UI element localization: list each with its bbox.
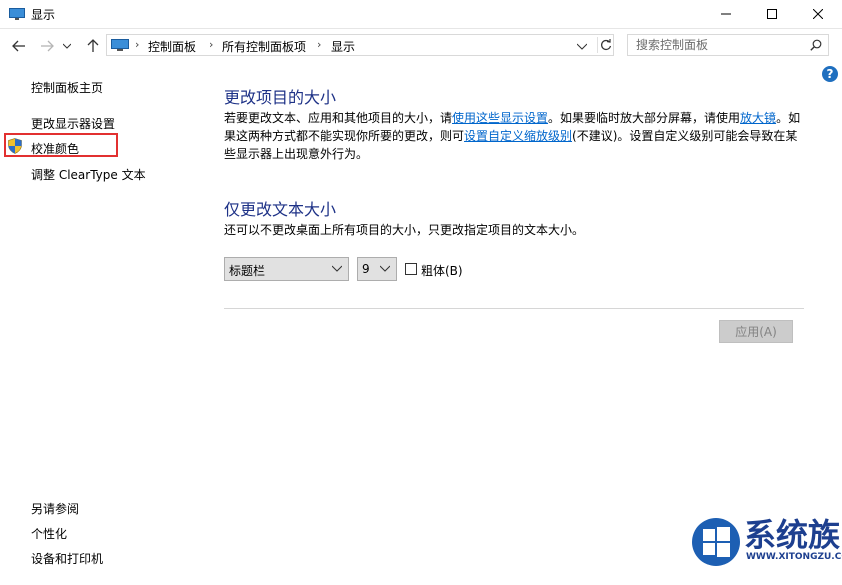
display-settings-link[interactable]: 使用这些显示设置 (452, 111, 548, 125)
breadcrumb-separator: › (209, 38, 214, 51)
see-also-heading: 另请参阅 (31, 502, 80, 516)
title-bar: 显示 (0, 0, 842, 29)
text: 若要更改文本、应用和其他项目的大小，请 (224, 111, 453, 125)
change-item-size-heading: 更改项目的大小 (224, 88, 337, 107)
chevron-down-icon (332, 265, 342, 272)
divider (224, 308, 804, 309)
breadcrumb-separator: › (317, 38, 322, 51)
uac-shield-icon (8, 138, 22, 154)
help-button[interactable]: ? (822, 66, 838, 82)
maximize-button[interactable] (749, 0, 795, 28)
apply-button[interactable]: 应用(A) (719, 320, 793, 343)
change-text-size-heading: 仅更改文本大小 (224, 200, 337, 219)
item-size-description-line1: 若要更改文本、应用和其他项目的大小，请使用这些显示设置。如果要临时放大部分屏幕，… (224, 109, 800, 127)
breadcrumb-control-panel[interactable]: 控制面板 (148, 38, 196, 55)
text-size-description: 还可以不更改桌面上所有项目的大小，只更改指定项目的文本大小。 (224, 223, 585, 237)
back-button[interactable] (8, 35, 30, 57)
item-size-description-line2: 果这两种方式都不能实现你所要的更改，则可设置自定义缩放级别(不建议)。设置自定义… (224, 127, 797, 145)
search-input[interactable] (628, 35, 806, 55)
computer-icon (111, 39, 129, 51)
item-size-description-line3: 些显示器上出现意外行为。 (224, 147, 369, 161)
text: 果这两种方式都不能实现你所要的更改，则可 (224, 129, 465, 143)
text: 。如果要临时放大部分屏幕，请使用 (548, 111, 741, 125)
search-box (627, 34, 829, 56)
item-select-value: 标题栏 (229, 264, 266, 278)
address-dropdown-button[interactable] (576, 39, 588, 53)
calibrate-color-link[interactable]: 校准颜色 (31, 140, 79, 157)
bold-checkbox[interactable] (405, 263, 417, 275)
personalization-link[interactable]: 个性化 (31, 525, 67, 542)
magnifier-link[interactable]: 放大镜 (740, 111, 776, 125)
chevron-down-icon (576, 43, 588, 50)
refresh-button[interactable] (597, 37, 614, 53)
arrow-left-icon (12, 40, 25, 52)
maximize-icon (767, 9, 777, 19)
breadcrumb-all-items[interactable]: 所有控制面板项 (222, 38, 306, 55)
chevron-down-icon (63, 43, 71, 49)
arrow-up-icon (87, 39, 99, 52)
devices-and-printers-link[interactable]: 设备和打印机 (31, 550, 103, 567)
minimize-button[interactable] (703, 0, 749, 28)
custom-scaling-link[interactable]: 设置自定义缩放级别 (464, 129, 572, 143)
text-size-select[interactable]: 9 (357, 257, 397, 281)
windows-logo (692, 518, 740, 566)
item-select[interactable]: 标题栏 (224, 257, 349, 281)
chevron-down-icon (380, 265, 390, 272)
minimize-icon (721, 13, 731, 15)
up-button[interactable] (82, 35, 104, 57)
search-icon[interactable] (810, 39, 822, 51)
watermark: 系统族 WWW.XITONGZU.COM (690, 508, 842, 580)
address-bar[interactable]: › 控制面板 › 所有控制面板项 › 显示 (106, 34, 614, 56)
text-size-value: 9 (362, 262, 370, 276)
text: (不建议)。设置自定义级别可能会导致在某 (572, 129, 798, 143)
window-title: 显示 (31, 8, 56, 22)
watermark-brand: 系统族 (744, 516, 841, 554)
close-button[interactable] (795, 0, 841, 28)
display-icon (9, 8, 25, 20)
breadcrumb-separator: › (135, 38, 140, 51)
change-display-settings-link[interactable]: 更改显示器设置 (31, 115, 115, 132)
bold-checkbox-label[interactable]: 粗体(B) (421, 262, 463, 279)
breadcrumb-display[interactable]: 显示 (331, 38, 355, 55)
refresh-icon (601, 39, 612, 50)
recent-locations-button[interactable] (60, 35, 74, 57)
navigation-bar: › 控制面板 › 所有控制面板项 › 显示 (0, 29, 842, 63)
arrow-right-icon (41, 40, 54, 52)
adjust-cleartype-link[interactable]: 调整 ClearType 文本 (31, 166, 146, 183)
watermark-url: WWW.XITONGZU.COM (746, 552, 842, 562)
text: 。如 (776, 111, 801, 125)
control-panel-home-link[interactable]: 控制面板主页 (31, 79, 103, 96)
close-icon (813, 9, 823, 19)
forward-button[interactable] (36, 35, 58, 57)
